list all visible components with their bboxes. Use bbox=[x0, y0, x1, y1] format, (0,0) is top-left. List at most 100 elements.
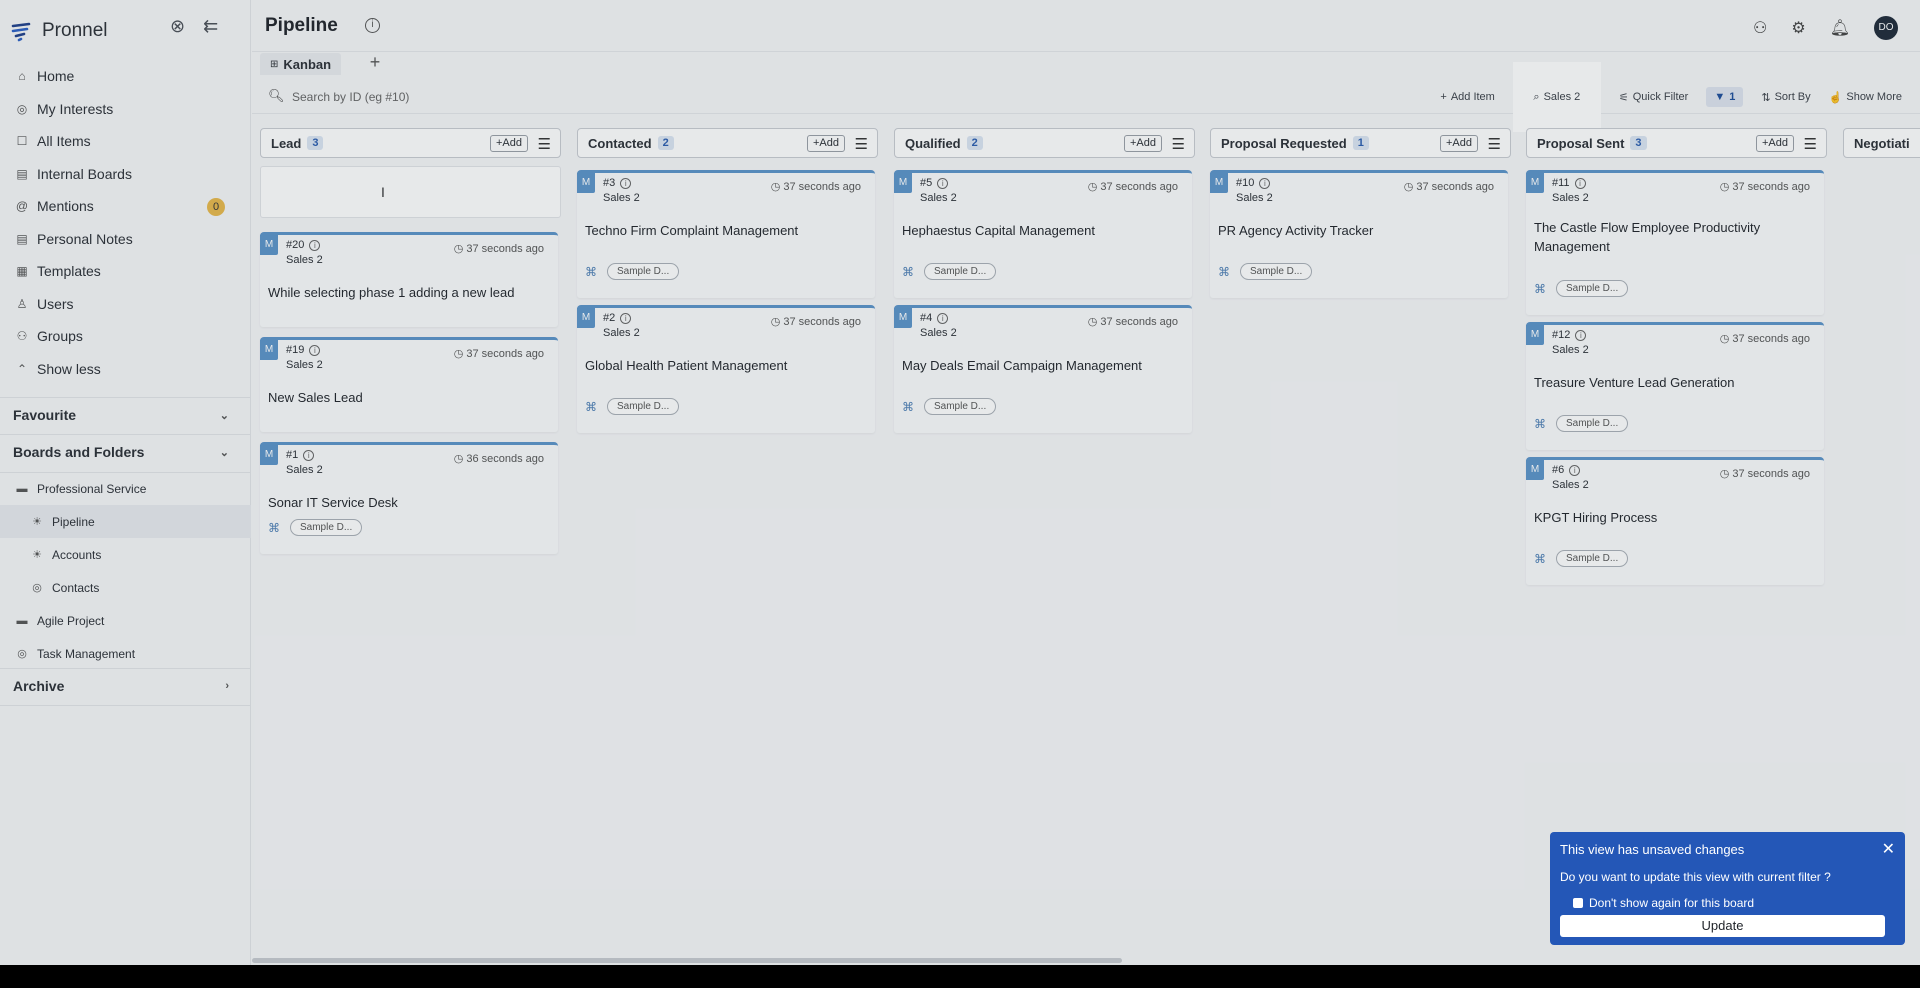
add-card-button[interactable]: +Add bbox=[807, 135, 845, 152]
tree-item-accounts[interactable]: ☀ Accounts bbox=[0, 538, 251, 571]
card-title[interactable]: Hephaestus Capital Management bbox=[902, 221, 1172, 240]
card-title[interactable]: The Castle Flow Employee Productivity Ma… bbox=[1534, 218, 1804, 256]
kanban-card[interactable]: M #20 i Sales 2 ◷ 37 seconds ago While selecti… bbox=[260, 232, 558, 327]
collapse-sidebar-icon[interactable]: ⇇ bbox=[203, 16, 218, 37]
sidebar-item-internal-boards[interactable]: ▤ Internal Boards bbox=[0, 158, 251, 191]
team-icon[interactable]: ⚇ bbox=[1753, 18, 1767, 38]
card-title[interactable]: Techno Firm Complaint Management bbox=[585, 221, 855, 240]
add-card-button[interactable]: +Add bbox=[1440, 135, 1478, 152]
add-item-button[interactable]: + Add Item bbox=[1440, 91, 1494, 103]
info-icon[interactable]: i bbox=[1569, 465, 1581, 476]
tab-kanban[interactable]: ⊞ Kanban bbox=[260, 53, 342, 75]
card-title[interactable]: While selecting phase 1 adding a new lea… bbox=[268, 283, 538, 302]
checkbox[interactable] bbox=[1573, 898, 1583, 908]
card-title[interactable]: PR Agency Activity Tracker bbox=[1218, 221, 1488, 240]
new-item-textarea[interactable]: I bbox=[260, 166, 561, 218]
tree-item-task-management[interactable]: ◎ Task Management bbox=[0, 637, 251, 670]
add-card-button[interactable]: +Add bbox=[490, 135, 528, 152]
gear-icon[interactable]: ⚙ bbox=[1791, 18, 1805, 38]
boards-and-folders-section[interactable]: Boards and Folders ⌄ bbox=[0, 434, 251, 470]
sort-by-button[interactable]: ⇅ Sort By bbox=[1761, 91, 1810, 104]
sidebar-item-users[interactable]: ♙ Users bbox=[0, 288, 251, 321]
kanban-card[interactable]: M #2 i Sales 2 ◷ 37 seconds ago Global Health … bbox=[577, 305, 875, 433]
column-menu-icon[interactable]: ☰ bbox=[538, 135, 551, 153]
info-icon[interactable]: i bbox=[1575, 330, 1587, 341]
column-header[interactable]: Contacted 2 +Add ☰ bbox=[577, 128, 878, 158]
kanban-card[interactable]: M #1 i Sales 2 ◷ 36 seconds ago Sonar IT Servi… bbox=[260, 442, 558, 554]
tag-icon[interactable]: ⌘ bbox=[902, 265, 914, 279]
card-title[interactable]: New Sales Lead bbox=[268, 388, 538, 407]
tag-icon[interactable]: ⌘ bbox=[268, 521, 280, 535]
bell-icon[interactable]: 🔔︎ bbox=[1830, 18, 1850, 38]
tag-chip[interactable]: Sample D... bbox=[607, 398, 680, 415]
card-title[interactable]: May Deals Email Campaign Management bbox=[902, 356, 1172, 375]
add-card-button[interactable]: +Add bbox=[1756, 135, 1794, 152]
tag-icon[interactable]: ⌘ bbox=[585, 265, 597, 279]
favourite-section[interactable]: Favourite ⌄ bbox=[0, 397, 251, 433]
card-title[interactable]: Sonar IT Service Desk bbox=[268, 493, 538, 512]
column-header[interactable]: Lead 3 +Add ☰ bbox=[260, 128, 561, 158]
tree-item-contacts[interactable]: ◎ Contacts bbox=[0, 571, 251, 604]
info-icon[interactable]: i bbox=[303, 450, 315, 461]
sidebar-item-show-less[interactable]: ⌃ Show less bbox=[0, 353, 251, 386]
tag-icon[interactable]: ⌘ bbox=[1534, 282, 1546, 296]
brand[interactable]: Pronnel bbox=[10, 18, 108, 44]
kanban-card[interactable]: M #19 i Sales 2 ◷ 37 seconds ago New Sales Lea… bbox=[260, 337, 558, 432]
tag-icon[interactable]: ⌘ bbox=[585, 400, 597, 414]
add-tab-button[interactable]: + bbox=[364, 52, 386, 74]
tag-chip[interactable]: Sample D... bbox=[1556, 550, 1629, 567]
tag-icon[interactable]: ⌘ bbox=[1218, 265, 1230, 279]
info-icon[interactable]: i bbox=[1574, 178, 1586, 189]
tag-chip[interactable]: Sample D... bbox=[607, 263, 680, 280]
tag-icon[interactable]: ⌘ bbox=[902, 400, 914, 414]
card-title[interactable]: KPGT Hiring Process bbox=[1534, 508, 1804, 527]
no-notifications-icon[interactable]: ⊗ bbox=[170, 16, 185, 37]
quick-filter-button[interactable]: ⚟ Quick Filter bbox=[1619, 91, 1689, 104]
kanban-card[interactable]: M #3 i Sales 2 ◷ 37 seconds ago Techno Firm Co… bbox=[577, 170, 875, 298]
info-icon[interactable]: i bbox=[309, 240, 321, 251]
column-header[interactable]: Proposal Requested 1 +Add ☰ bbox=[1210, 128, 1511, 158]
close-icon[interactable]: ✕ bbox=[1882, 839, 1895, 859]
sidebar-item-personal-notes[interactable]: ▤ Personal Notes bbox=[0, 223, 251, 256]
column-menu-icon[interactable]: ☰ bbox=[1172, 135, 1185, 153]
avatar[interactable]: DO bbox=[1874, 16, 1898, 40]
tag-chip[interactable]: Sample D... bbox=[1240, 263, 1313, 280]
sidebar-item-all-items[interactable]: ☐ All Items bbox=[0, 125, 251, 158]
sidebar-item-groups[interactable]: ⚇ Groups bbox=[0, 320, 251, 353]
tag-chip[interactable]: Sample D... bbox=[1556, 280, 1629, 297]
filter-button[interactable]: ▼ 1 bbox=[1706, 87, 1744, 107]
tag-icon[interactable]: ⌘ bbox=[1534, 417, 1546, 431]
info-icon[interactable]: i bbox=[1259, 178, 1271, 189]
kanban-card[interactable]: M #11 i Sales 2 ◷ 37 seconds ago The Castle Fl… bbox=[1526, 170, 1824, 315]
kanban-card[interactable]: M #5 i Sales 2 ◷ 37 seconds ago Hephaestus Cap… bbox=[894, 170, 1192, 298]
tree-item-agile-project[interactable]: ▬ Agile Project bbox=[0, 604, 251, 637]
add-card-button[interactable]: +Add bbox=[1124, 135, 1162, 152]
sidebar-item-mentions[interactable]: @ Mentions 0 bbox=[0, 190, 251, 223]
archive-section[interactable]: Archive › bbox=[0, 668, 251, 704]
sidebar-item-home[interactable]: ⌂ Home bbox=[0, 60, 251, 93]
tag-chip[interactable]: Sample D... bbox=[1556, 415, 1629, 432]
sidebar-item-my-interests[interactable]: ◎ My Interests bbox=[0, 93, 251, 126]
update-button[interactable]: Update bbox=[1560, 915, 1885, 937]
info-icon[interactable]: i bbox=[620, 313, 632, 324]
tag-chip[interactable]: Sample D... bbox=[924, 398, 997, 415]
kanban-card[interactable]: M #12 i Sales 2 ◷ 37 seconds ago Treasure Vent… bbox=[1526, 322, 1824, 450]
kanban-card[interactable]: M #4 i Sales 2 ◷ 37 seconds ago May Deals Emai… bbox=[894, 305, 1192, 433]
sales-filter-chip[interactable]: ⌕ Sales 2 bbox=[1512, 62, 1601, 132]
column-header[interactable]: Qualified 2 +Add ☰ bbox=[894, 128, 1195, 158]
card-title[interactable]: Global Health Patient Management bbox=[585, 356, 855, 375]
tree-item-pipeline[interactable]: ☀ Pipeline bbox=[0, 505, 251, 538]
search-input[interactable] bbox=[292, 86, 592, 108]
info-icon[interactable]: i bbox=[937, 178, 949, 189]
sidebar-item-templates[interactable]: ▦ Templates bbox=[0, 255, 251, 288]
column-menu-icon[interactable]: ☰ bbox=[855, 135, 868, 153]
info-icon[interactable]: i bbox=[365, 18, 380, 33]
column-menu-icon[interactable]: ☰ bbox=[1804, 135, 1817, 153]
tag-chip[interactable]: Sample D... bbox=[290, 519, 363, 536]
column-menu-icon[interactable]: ☰ bbox=[1488, 135, 1501, 153]
tag-icon[interactable]: ⌘ bbox=[1534, 552, 1546, 566]
kanban-card[interactable]: M #6 i Sales 2 ◷ 37 seconds ago KPGT Hiring Pr… bbox=[1526, 457, 1824, 585]
kanban-card[interactable]: M #10 i Sales 2 ◷ 37 seconds ago PR Agency Act… bbox=[1210, 170, 1508, 298]
dont-show-again-checkbox[interactable]: Don't show again for this board bbox=[1573, 896, 1754, 910]
info-icon[interactable]: i bbox=[620, 178, 632, 189]
